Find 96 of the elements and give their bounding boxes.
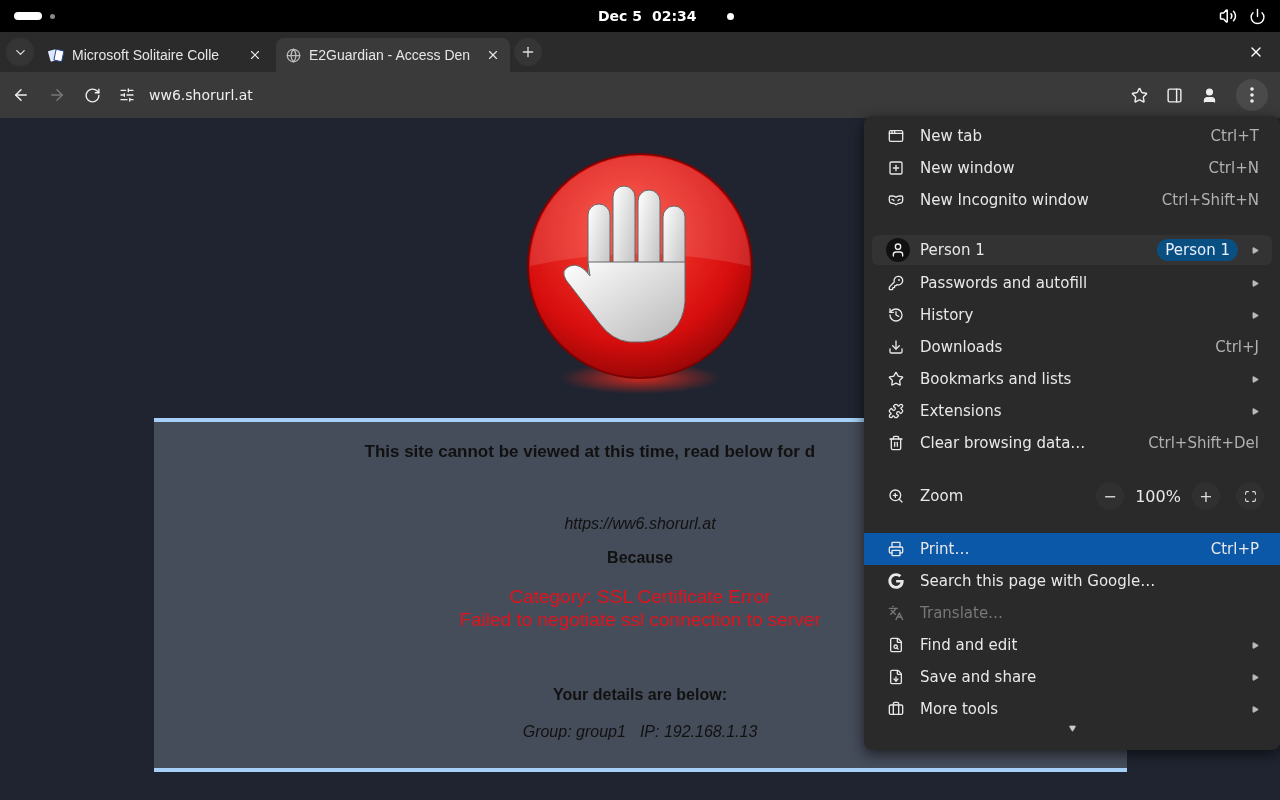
fullscreen-icon: [1243, 489, 1257, 503]
menu-item[interactable]: History: [864, 299, 1280, 331]
menu-item[interactable]: Search this page with Google…: [864, 565, 1280, 597]
cards-icon: [48, 47, 64, 63]
g-icon: [888, 573, 904, 589]
address-text[interactable]: ww6.shorurl.at: [149, 87, 253, 103]
window-icon: [888, 128, 904, 144]
plus-window-icon: [888, 160, 904, 176]
translate-icon: [888, 605, 904, 621]
profile-button[interactable]: [1201, 86, 1218, 104]
shortcut-text: Ctrl+N: [1208, 159, 1259, 177]
workspace-dot: [50, 13, 55, 19]
ip-text: IP: 192.168.1.13: [639, 723, 758, 741]
menu-item[interactable]: Clear browsing data… Ctrl+Shift+Del: [864, 427, 1280, 459]
new-tab-button[interactable]: [514, 38, 542, 66]
trash-icon: [888, 435, 904, 451]
avatar-icon: [886, 238, 910, 262]
menu-button[interactable]: [1236, 79, 1268, 111]
download-icon: [888, 339, 904, 355]
activities-indicator[interactable]: [14, 12, 42, 20]
time-text: 02:34: [652, 8, 697, 24]
submenu-arrow-icon: [1252, 246, 1259, 254]
submenu-arrow-icon: [1252, 641, 1259, 649]
menu-item[interactable]: Find and edit: [864, 629, 1280, 661]
profile-menu-item[interactable]: Person 1 Person 1: [872, 235, 1272, 265]
star-icon: [888, 371, 904, 387]
reason-text: Failed to negotiate ssl connection to server: [459, 608, 821, 631]
submenu-arrow-icon: [1252, 673, 1259, 681]
menu-item[interactable]: New window Ctrl+N: [864, 152, 1280, 184]
reload-button[interactable]: [84, 86, 101, 104]
volume-icon[interactable]: [1219, 7, 1237, 25]
group-text: Group: group1: [522, 723, 626, 741]
site-info-button[interactable]: [119, 87, 135, 103]
browser-tab[interactable]: E2Guardian - Access Den: [276, 38, 510, 72]
shortcut-text: Ctrl+T: [1210, 127, 1259, 145]
side-panel-button[interactable]: [1166, 86, 1183, 104]
zoom-label: Zoom: [920, 487, 965, 505]
reason-text: Category: SSL Certificate Error: [509, 585, 771, 608]
menu-item[interactable]: More tools: [864, 693, 1280, 725]
menu-item[interactable]: New tab Ctrl+T: [864, 120, 1280, 152]
file-search-icon: [888, 637, 904, 653]
tab-search-button[interactable]: [6, 38, 34, 66]
menu-item[interactable]: Bookmarks and lists: [864, 363, 1280, 395]
fullscreen-button[interactable]: [1236, 482, 1264, 510]
zoom-icon: [888, 488, 904, 504]
notification-dot: [726, 12, 734, 20]
submenu-arrow-icon: [1252, 279, 1259, 287]
heading-text: This site cannot be viewed at this time, read below for d: [364, 442, 816, 462]
close-icon[interactable]: [248, 48, 262, 62]
person-icon: [1201, 86, 1218, 104]
submenu-arrow-icon: [1252, 311, 1259, 319]
stop-hand-icon: [524, 152, 756, 396]
menu-item[interactable]: Passwords and autofill: [864, 267, 1280, 299]
shortcut-text: Ctrl+J: [1215, 338, 1259, 356]
bookmark-button[interactable]: [1131, 86, 1148, 104]
menu-item[interactable]: Save and share: [864, 661, 1280, 693]
details-heading: Your details are below:: [553, 686, 727, 704]
printer-icon: [888, 541, 904, 557]
key-icon: [888, 275, 904, 291]
menu-item[interactable]: New Incognito window Ctrl+Shift+N: [864, 184, 1280, 216]
toolbox-icon: [888, 701, 904, 717]
star-icon: [1131, 86, 1148, 104]
shortcut-text: Ctrl+Shift+Del: [1148, 434, 1259, 452]
plus-icon: [520, 44, 536, 60]
menu-item[interactable]: Print… Ctrl+P: [864, 533, 1280, 565]
power-icon[interactable]: [1249, 7, 1266, 25]
back-button[interactable]: [12, 86, 30, 104]
browser-tab[interactable]: Microsoft Solitaire Colle: [38, 38, 272, 72]
scroll-down-icon[interactable]: [1068, 725, 1076, 732]
blocked-url-text: https://ww6.shorurl.at: [564, 515, 716, 533]
file-download-icon: [888, 669, 904, 685]
zoom-in-button[interactable]: +: [1192, 482, 1220, 510]
because-text: Because: [607, 549, 673, 567]
forward-arrow-icon: [48, 86, 66, 104]
mask-icon: [888, 192, 904, 208]
puzzle-icon: [888, 403, 904, 419]
menu-item[interactable]: Downloads Ctrl+J: [864, 331, 1280, 363]
sliders-icon: [119, 87, 135, 103]
submenu-arrow-icon: [1252, 705, 1259, 713]
side-panel-icon: [1166, 86, 1183, 104]
close-icon[interactable]: [486, 48, 500, 62]
date-text: Dec 5: [598, 8, 643, 24]
globe-icon: [286, 47, 301, 63]
zoom-out-button[interactable]: −: [1096, 482, 1124, 510]
history-icon: [888, 307, 904, 323]
tab-title: E2Guardian - Access Den: [309, 47, 472, 63]
reload-icon: [84, 86, 101, 104]
submenu-arrow-icon: [1252, 375, 1259, 383]
tab-title: Microsoft Solitaire Colle: [72, 47, 221, 63]
menu-item[interactable]: Extensions: [864, 395, 1280, 427]
submenu-arrow-icon: [1252, 407, 1259, 415]
menu-icon: [1250, 87, 1254, 103]
shortcut-text: Ctrl+Shift+N: [1161, 191, 1259, 209]
shortcut-text: Ctrl+P: [1210, 540, 1259, 558]
profile-badge: Person 1: [1157, 239, 1238, 261]
zoom-value: 100%: [1134, 486, 1182, 506]
